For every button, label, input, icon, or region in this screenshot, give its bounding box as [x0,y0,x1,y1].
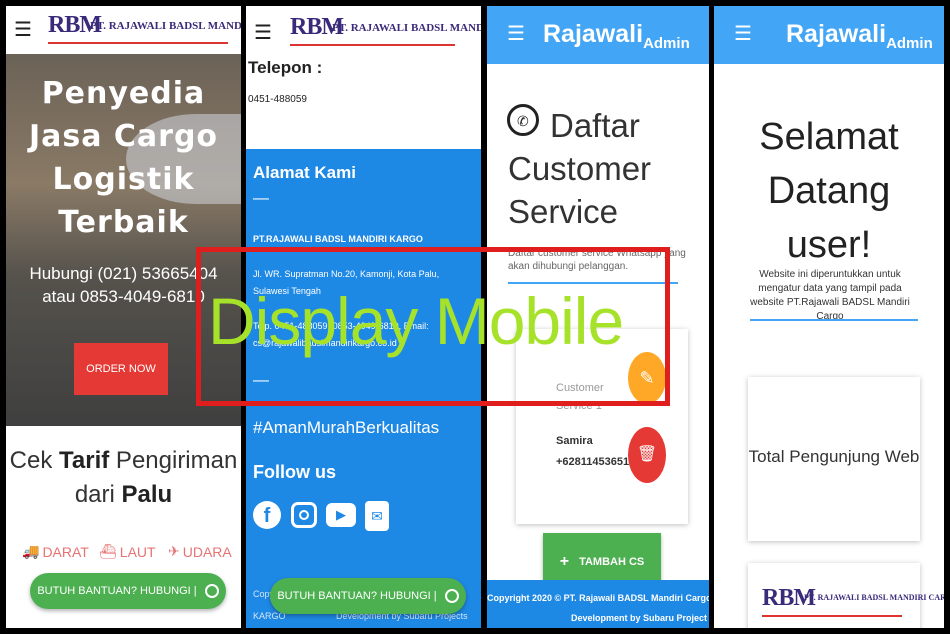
address-heading: Alamat Kami [253,163,356,182]
footer-developer: Development by Subaru Project [570,613,707,623]
tab-darat[interactable]: 🚚 DARAT [22,543,89,560]
trash-icon: 🗑 [636,446,658,463]
phone-label: Telepon : [248,58,323,77]
cs-name: Samira [556,435,593,447]
logo-underline [762,615,902,617]
hero-title: Penyedia Jasa Cargo Logistik Terbaik [28,76,219,240]
plane-icon: ✈ [168,543,180,559]
youtube-icon[interactable]: ▶ [326,503,356,527]
menu-icon[interactable]: ☰ [734,21,752,46]
tab-laut[interactable]: ⛴ LAUT [99,543,156,560]
facebook-icon[interactable]: f [253,501,281,529]
visitor-card-label: Total Pengunjung Web [748,447,920,466]
admin-dashboard-panel: ☰ RajawaliAdmin Selamat Datang user! Web… [714,6,944,628]
delete-button[interactable]: 🗑 [628,427,666,483]
admin-brand: RajawaliAdmin [543,20,690,52]
instagram-icon[interactable] [291,502,317,528]
help-whatsapp-button[interactable]: BUTUH BANTUAN? HUBUNGI | [30,573,226,609]
follow-us-heading: Follow us [253,462,336,482]
top-navbar: ☰ RBM PT. RAJAWALI BADSL MANDIRI CARGO [246,6,481,54]
order-now-button[interactable]: ORDER NOW [74,343,168,395]
logo-card: RBM PT. RAJAWALI BADSL MANDIRI CARGO [748,563,944,628]
truck-icon: 🚚 [22,543,40,559]
admin-navbar: ☰ RajawaliAdmin [487,6,709,64]
divider-dash: — [253,190,269,207]
cs-phone: +628114536516 [556,456,636,468]
visitor-count-card: Total Pengunjung Web [748,377,920,541]
logo-text: PT. RAJAWALI BADSL MANDIRI CARGO [332,22,481,34]
email-icon[interactable]: ✉ [365,501,389,531]
tarif-title: Cek Tarif Pengiriman dari Palu [9,447,238,508]
welcome-description: Website ini diperuntukkan untuk mengatur… [750,269,910,322]
help-button-label: BUTUH BANTUAN? HUBUNGI | [277,590,437,602]
help-whatsapp-button[interactable]: BUTUH BANTUAN? HUBUNGI | [270,578,466,614]
top-navbar: ☰ RBM PT. RAJAWALI BADSL MANDIRI CARGO [6,6,241,54]
overlay-label: Display Mobile [208,284,624,358]
hashtag-text: #AmanMurahBerkualitas [253,418,440,437]
help-button-label: BUTUH BANTUAN? HUBUNGI | [37,585,197,597]
add-cs-label: TAMBAH CS [579,556,645,568]
ship-icon: ⛴ [99,543,117,559]
logo-text: PT. RAJAWALI BADSL MANDIRI CARGO [804,593,944,602]
page-title: Daftar Customer Service [508,107,652,230]
phone-value: 0451-488059 [248,94,307,105]
company-name: PT.RAJAWALI BADSL MANDIRI KARGO [253,234,423,244]
footer-copyright: Copyright 2020 © PT. Rajawali BADSL Mand… [487,593,709,603]
whatsapp-icon [444,589,459,603]
admin-navbar: ☰ RajawaliAdmin [714,6,944,64]
menu-icon[interactable]: ☰ [507,21,525,46]
logo-underline [290,44,455,46]
logo-text: PT. RAJAWALI BADSL MANDIRI CARGO [90,20,241,32]
menu-icon[interactable]: ☰ [254,20,272,45]
whatsapp-icon [204,584,219,598]
menu-icon[interactable]: ☰ [14,17,32,42]
tab-udara[interactable]: ✈ UDARA [168,543,232,560]
plus-icon: + [559,553,570,570]
welcome-title: Selamat Datang user! [759,116,899,266]
description-divider [750,319,918,321]
admin-brand: RajawaliAdmin [786,20,933,52]
logo-underline [48,42,228,44]
